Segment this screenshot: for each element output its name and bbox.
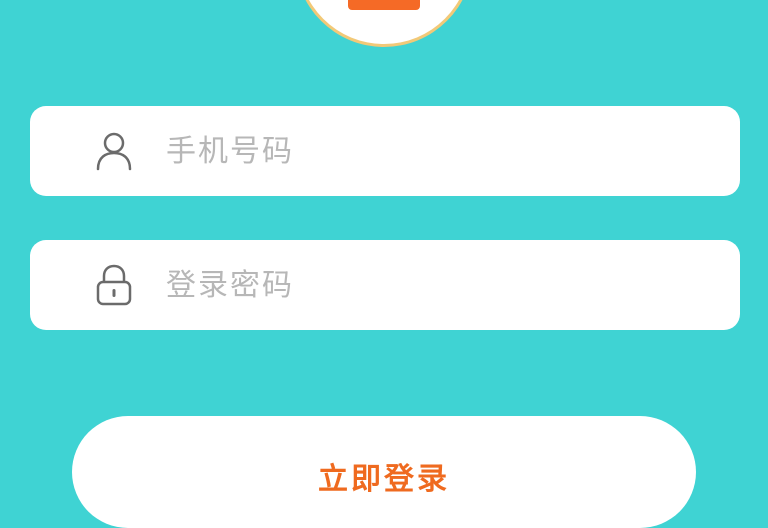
app-logo [298, 0, 470, 44]
phone-field[interactable] [30, 106, 740, 196]
lock-icon [92, 263, 136, 307]
password-field[interactable] [30, 240, 740, 330]
user-icon [92, 129, 136, 173]
app-logo-mark [348, 0, 420, 10]
password-input[interactable] [164, 266, 740, 304]
login-button[interactable]: 立即登录 [72, 416, 696, 528]
phone-input[interactable] [164, 132, 740, 170]
